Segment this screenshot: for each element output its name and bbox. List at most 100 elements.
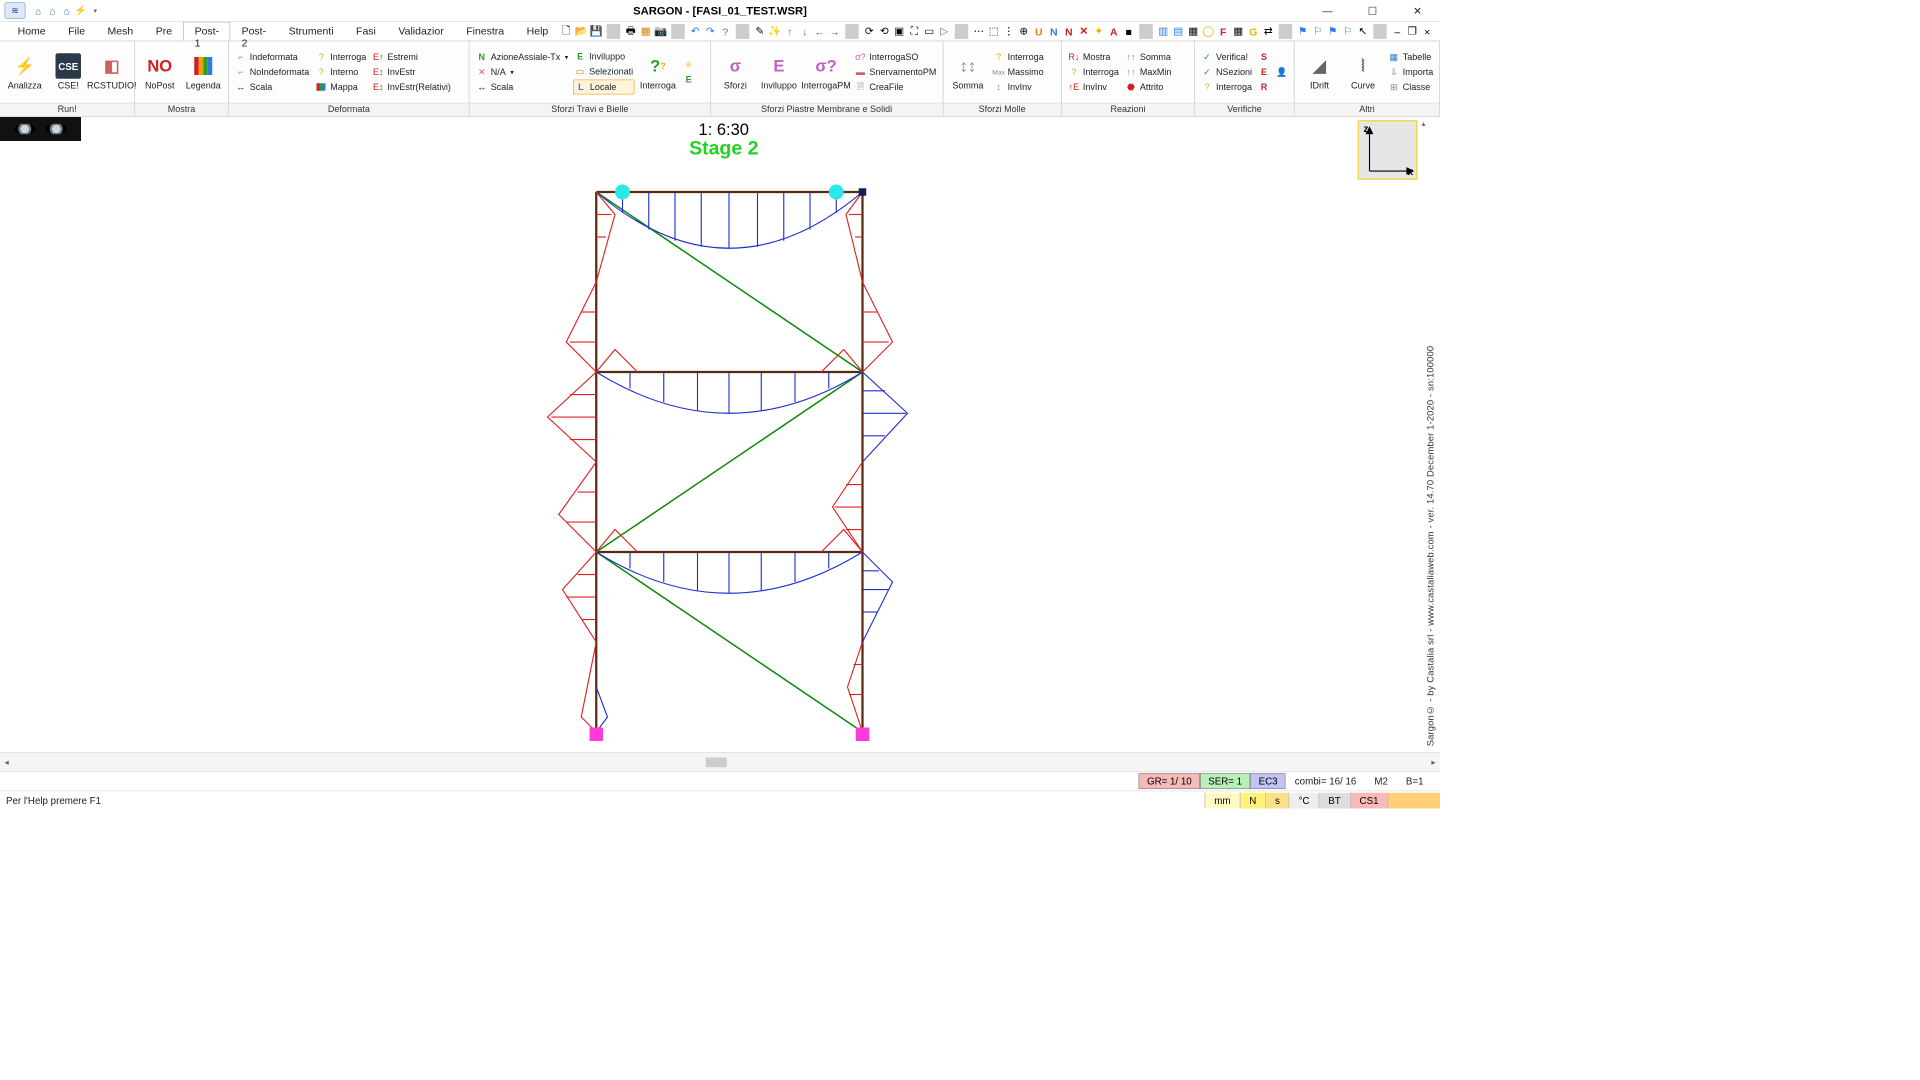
- nopost-button[interactable]: NONoPost: [140, 53, 181, 91]
- print-icon[interactable]: 🖶: [624, 24, 638, 39]
- analizza-button[interactable]: ⚡Analizza: [5, 53, 46, 91]
- view1-icon[interactable]: ▥: [1157, 24, 1171, 39]
- cursor-icon[interactable]: ↖: [1356, 24, 1370, 39]
- n-icon[interactable]: N: [1047, 24, 1061, 39]
- tab-post-2[interactable]: Post-2: [230, 22, 277, 41]
- sforzi-button[interactable]: σSforzi: [715, 53, 756, 91]
- somma2-button[interactable]: ↑↑Somma: [1123, 50, 1173, 64]
- interroga4-button[interactable]: ?Interroga: [1199, 80, 1253, 94]
- target-icon[interactable]: ⊕: [1017, 24, 1031, 39]
- box-icon[interactable]: ▣: [893, 24, 907, 39]
- select-icon[interactable]: ▭: [923, 24, 937, 39]
- massimo-button[interactable]: MaxMassimo: [991, 65, 1045, 79]
- wand-icon[interactable]: ✨: [768, 24, 782, 39]
- link-icon[interactable]: ⇄: [1262, 24, 1276, 39]
- arrow-up-icon[interactable]: ↑: [783, 24, 797, 39]
- tab-validazioni[interactable]: Validazior: [387, 22, 455, 41]
- investr-button[interactable]: E↕InvEstr: [371, 65, 453, 79]
- azione-assiale-button[interactable]: NAzioneAssiale-Tx ▾: [474, 50, 569, 64]
- grid-icon[interactable]: ▦: [639, 24, 653, 39]
- unit-n[interactable]: N: [1239, 793, 1265, 809]
- tabelle-button[interactable]: ▦Tabelle: [1386, 50, 1435, 64]
- tab-mesh[interactable]: Mesh: [96, 22, 144, 41]
- axis-widget[interactable]: z x: [1358, 120, 1418, 180]
- noindeformata-button[interactable]: ⌐NoIndeformata: [233, 65, 311, 79]
- selezionati-button[interactable]: ▭Selezionati: [573, 65, 635, 79]
- r-icon-button[interactable]: R: [1256, 80, 1271, 94]
- tab-file[interactable]: File: [57, 22, 96, 41]
- unit-mm[interactable]: mm: [1204, 793, 1239, 809]
- redo-icon[interactable]: ↷: [704, 24, 718, 39]
- app-logo-icon[interactable]: ≋: [5, 2, 26, 19]
- qat-icon[interactable]: ⌂: [46, 4, 60, 18]
- idrift-button[interactable]: ◢IDrift: [1299, 53, 1340, 91]
- importa-button[interactable]: ⇩Importa: [1386, 65, 1435, 79]
- tab-post-1[interactable]: Post-1: [183, 22, 230, 41]
- locale-button[interactable]: LLocale: [573, 80, 635, 95]
- classe-button[interactable]: ⊞Classe: [1386, 80, 1435, 94]
- interroga-so-button[interactable]: σ?InterrogaSO: [853, 50, 938, 64]
- paint-icon[interactable]: ■: [1122, 24, 1136, 39]
- maximize-button[interactable]: ☐: [1350, 0, 1395, 21]
- arrow-left-icon[interactable]: ←: [813, 24, 827, 39]
- tab-home[interactable]: Home: [6, 22, 57, 41]
- qat-icon[interactable]: ⌂: [32, 4, 46, 18]
- tab-fasi[interactable]: Fasi: [345, 22, 387, 41]
- ico-eq[interactable]: ≡: [681, 58, 696, 72]
- pencil-icon[interactable]: ✎: [753, 24, 767, 39]
- horizontal-scrollbar[interactable]: ◂ ▸: [0, 752, 1440, 771]
- flag4-icon[interactable]: ⚐: [1341, 24, 1355, 39]
- scroll-thumb[interactable]: [706, 757, 727, 767]
- n-red-icon[interactable]: N: [1062, 24, 1076, 39]
- vertical-scrollbar[interactable]: ▴: [1421, 120, 1427, 749]
- indeformata-button[interactable]: ⌐Indeformata: [233, 50, 311, 64]
- help-icon[interactable]: ?: [719, 24, 733, 39]
- interroga2-button[interactable]: ?Interroga: [991, 50, 1045, 64]
- investr-rel-button[interactable]: E↕InvEstr(Relativi): [371, 80, 453, 94]
- cse-button[interactable]: CSECSE!: [48, 53, 89, 91]
- rcstudio-button[interactable]: ◧RCSTUDIO!: [92, 53, 133, 91]
- rotate-icon[interactable]: ⟳: [863, 24, 877, 39]
- rotate2-icon[interactable]: ⟲: [878, 24, 892, 39]
- inviluppo2-button[interactable]: EInviluppo: [759, 53, 800, 91]
- unit-bt[interactable]: BT: [1319, 793, 1350, 809]
- sparkle-icon[interactable]: ✦: [1092, 24, 1106, 39]
- scala2-button[interactable]: ↔Scala: [474, 80, 569, 94]
- unit-s[interactable]: s: [1265, 793, 1289, 809]
- mdi-close-icon[interactable]: ×: [1421, 24, 1435, 39]
- tab-strumenti[interactable]: Strumenti: [277, 22, 344, 41]
- zoom-extent-icon[interactable]: ⛶: [908, 24, 922, 39]
- inviluppo-button[interactable]: EInviluppo: [573, 50, 635, 64]
- minimize-button[interactable]: —: [1305, 0, 1350, 21]
- legenda-button[interactable]: Legenda: [183, 53, 224, 91]
- play-icon[interactable]: ▷: [938, 24, 952, 39]
- save-icon[interactable]: 💾: [590, 24, 604, 39]
- interno-button[interactable]: ?Interno: [314, 65, 368, 79]
- na-button[interactable]: ✕N/A ▾: [474, 65, 569, 79]
- unit-cs1[interactable]: CS1: [1350, 793, 1388, 809]
- new-icon[interactable]: 🗋: [560, 24, 574, 39]
- invinv2-button[interactable]: ↑EInvInv: [1066, 80, 1120, 94]
- mappa-button[interactable]: Mappa: [314, 80, 368, 94]
- nsezioni-button[interactable]: ✓NSezioni: [1199, 65, 1253, 79]
- camera-icon[interactable]: 📷: [654, 24, 668, 39]
- viewport[interactable]: 1: 6:30 Stage 2: [0, 117, 1440, 752]
- qat-icon[interactable]: ⚡: [74, 4, 88, 18]
- interroga3-button[interactable]: ?Interroga: [1066, 65, 1120, 79]
- grid2-icon[interactable]: ▦: [1232, 24, 1246, 39]
- mdi-restore-icon[interactable]: ❐: [1406, 24, 1420, 39]
- snervamento-pm-button[interactable]: ▬SnervamentoPM: [853, 65, 938, 79]
- estremi-button[interactable]: E↑Estremi: [371, 50, 453, 64]
- more-icon[interactable]: ⋮: [1002, 24, 1016, 39]
- f-icon[interactable]: F: [1217, 24, 1231, 39]
- a-icon[interactable]: A: [1107, 24, 1121, 39]
- tab-help[interactable]: Help: [515, 22, 559, 41]
- interroga-big-button[interactable]: ??Interroga: [638, 53, 679, 91]
- circle-icon[interactable]: ◯: [1202, 24, 1216, 39]
- x-icon[interactable]: ✕: [1077, 24, 1091, 39]
- dots-icon[interactable]: ⋯: [972, 24, 986, 39]
- creafile-button[interactable]: 🗎CreaFile: [853, 80, 938, 94]
- somma-button[interactable]: ↕↕Somma: [948, 53, 989, 91]
- verifica-button[interactable]: ✓Verifica!: [1199, 50, 1253, 64]
- interroga-pm-button[interactable]: σ?InterrogaPM: [802, 53, 850, 91]
